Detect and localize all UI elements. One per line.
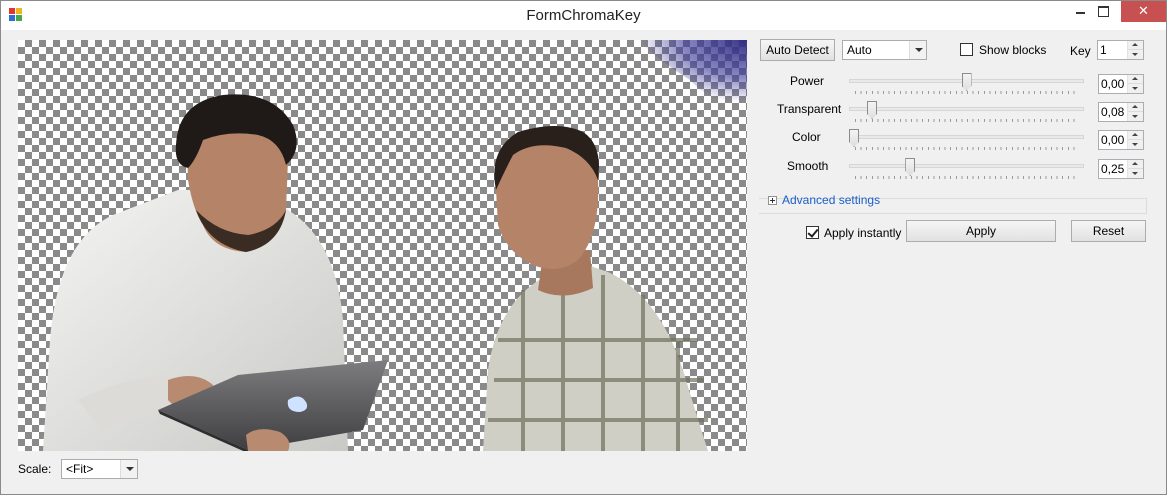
reset-button[interactable]: Reset (1071, 220, 1146, 242)
chevron-down-icon[interactable] (120, 460, 137, 478)
smooth-slider-thumb[interactable] (905, 158, 916, 176)
spin-up-icon[interactable] (1128, 131, 1143, 140)
slider-label-color: Color (792, 130, 821, 144)
power-value-spinner[interactable]: 0,00 (1098, 74, 1144, 94)
key-value: 1 (1100, 43, 1107, 57)
transparent-value-spinner[interactable]: 0,08 (1098, 102, 1144, 122)
apply-button[interactable]: Apply (906, 220, 1056, 242)
spin-down-icon[interactable] (1128, 50, 1143, 59)
smooth-value: 0,25 (1101, 162, 1125, 176)
mode-select[interactable]: Auto (842, 40, 927, 60)
transparent-slider-thumb[interactable] (867, 101, 877, 119)
slider-label-transparent: Transparent (777, 102, 842, 116)
scale-select[interactable]: <Fit> (61, 459, 138, 479)
power-slider-ticks (855, 91, 1079, 94)
apply-instantly-checkbox[interactable] (806, 226, 819, 239)
auto-detect-button[interactable]: Auto Detect (760, 39, 835, 61)
spin-down-icon[interactable] (1128, 84, 1143, 93)
preview-image[interactable] (18, 40, 747, 451)
chevron-down-icon[interactable] (909, 41, 926, 59)
power-slider-thumb[interactable] (961, 73, 972, 91)
key-label: Key (1070, 44, 1091, 58)
maximize-icon[interactable] (1087, 1, 1120, 22)
color-value-spinner[interactable]: 0,00 (1098, 130, 1144, 150)
slider-label-smooth: Smooth (787, 159, 829, 173)
spin-up-icon[interactable] (1128, 103, 1143, 112)
spin-down-icon[interactable] (1128, 169, 1143, 178)
spin-up-icon[interactable] (1128, 160, 1143, 169)
smooth-slider-track[interactable] (849, 164, 1084, 168)
chroma-key-window: FormChromaKey ✕ Scale: <Fit> Auto Detect… (0, 0, 1167, 495)
apply-instantly-label: Apply instantly (824, 226, 902, 240)
show-blocks-checkbox[interactable] (960, 43, 973, 56)
power-value: 0,00 (1101, 77, 1125, 91)
window-title: FormChromaKey (526, 7, 641, 24)
color-value: 0,00 (1101, 133, 1125, 147)
spin-up-icon[interactable] (1128, 41, 1143, 50)
color-slider-ticks (855, 147, 1079, 150)
scale-label: Scale: (18, 462, 52, 476)
smooth-value-spinner[interactable]: 0,25 (1098, 159, 1144, 179)
spin-up-icon[interactable] (1128, 75, 1143, 84)
title-bar[interactable]: FormChromaKey ✕ (1, 1, 1166, 30)
transparent-value: 0,08 (1101, 105, 1125, 119)
smooth-slider-ticks (855, 176, 1079, 179)
scale-select-value: <Fit> (66, 462, 94, 476)
advanced-settings-link[interactable]: Advanced settings (782, 193, 880, 207)
key-spinner[interactable]: 1 (1097, 40, 1144, 60)
mode-select-value: Auto (847, 43, 872, 57)
spin-down-icon[interactable] (1128, 112, 1143, 121)
transparent-slider-ticks (855, 119, 1079, 122)
expand-plus-icon[interactable] (768, 196, 777, 205)
color-slider-thumb[interactable] (849, 129, 859, 147)
keyed-people-image (43, 40, 747, 451)
show-blocks-label: Show blocks (979, 43, 1047, 57)
spin-down-icon[interactable] (1128, 140, 1143, 149)
close-icon[interactable]: ✕ (1121, 1, 1166, 22)
color-slider-track[interactable] (849, 135, 1084, 139)
transparent-slider-track[interactable] (849, 107, 1084, 111)
client-area: Scale: <Fit> Auto Detect Auto Show block… (8, 31, 1160, 489)
slider-label-power: Power (790, 74, 825, 88)
